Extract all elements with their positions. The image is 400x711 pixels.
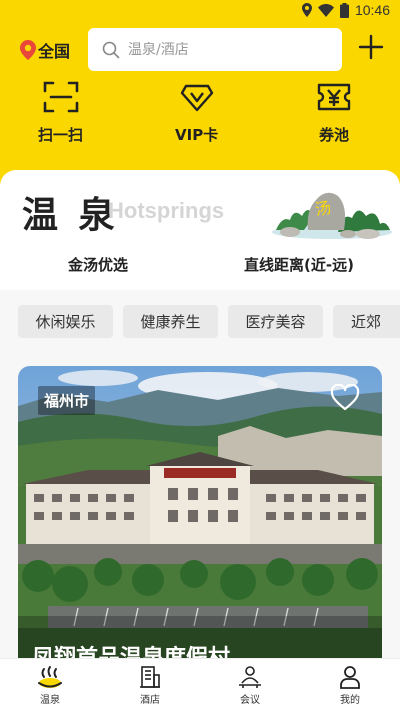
- status-time: 10:46: [354, 2, 390, 18]
- hotel-icon: [140, 666, 160, 688]
- chip-leisure[interactable]: 休闲娱乐: [18, 305, 113, 338]
- section-header: 温 泉 Hotsprings 汤 金汤优选 直线距离(近-远): [0, 170, 400, 290]
- status-bar: 10:46: [0, 0, 400, 24]
- meeting-icon: [239, 666, 261, 688]
- location-label: 全国: [38, 42, 71, 61]
- search-input[interactable]: [128, 41, 318, 58]
- location-selector[interactable]: 全国: [20, 38, 70, 62]
- hotspring-stone-illustration: 汤: [272, 192, 392, 239]
- hotspring-icon: [38, 666, 62, 688]
- tab-label: 温泉: [40, 695, 60, 706]
- tab-hotspring[interactable]: 温泉: [0, 659, 100, 711]
- tab-label: 我的: [340, 695, 360, 706]
- tab-label: 会议: [240, 695, 260, 706]
- listing-card[interactable]: 福州市 凤翔首品温泉度假村: [18, 366, 382, 658]
- tab-label: 酒店: [140, 695, 160, 706]
- search-icon: [102, 41, 120, 58]
- tab-hotel[interactable]: 酒店: [100, 659, 200, 711]
- wifi-icon: [317, 3, 334, 17]
- favorite-heart-icon[interactable]: [330, 384, 360, 411]
- listing-title: 凤翔首品温泉度假村: [32, 640, 230, 658]
- quick-action-label: 券池: [318, 126, 349, 144]
- battery-icon: [339, 2, 349, 18]
- profile-icon: [340, 666, 360, 689]
- category-chips: 休闲娱乐 健康养生 医疗美容 近郊: [0, 305, 400, 339]
- quick-action-label: VIP卡: [175, 126, 219, 144]
- tab-profile[interactable]: 我的: [300, 659, 400, 711]
- yen-ticket-icon: [317, 83, 351, 111]
- location-pin-icon: [20, 40, 36, 60]
- quick-action-vip[interactable]: VIP卡: [175, 80, 218, 145]
- quick-action-scan[interactable]: 扫一扫: [38, 80, 83, 145]
- city-tag: 福州市: [38, 386, 96, 415]
- vip-diamond-icon: [180, 84, 213, 112]
- tab-meeting[interactable]: 会议: [200, 659, 300, 711]
- header: 全国 扫一扫 VIP卡: [0, 24, 400, 188]
- location-status-icon: [301, 3, 312, 17]
- section-subtitle: Hotsprings: [108, 198, 225, 223]
- section-title: 温 泉: [22, 195, 119, 236]
- search-bar[interactable]: [88, 28, 342, 71]
- sort-option-distance[interactable]: 直线距离(近-远): [244, 254, 354, 275]
- sort-option-golden-pick[interactable]: 金汤优选: [68, 254, 128, 275]
- chip-suburbs[interactable]: 近郊: [333, 305, 400, 338]
- scan-icon: [43, 81, 78, 113]
- quick-action-label: 扫一扫: [38, 126, 84, 144]
- stone-engraving: 汤: [314, 198, 333, 219]
- add-icon[interactable]: [358, 34, 384, 60]
- bottom-tab-bar: 温泉 酒店 会议 我的: [0, 658, 400, 711]
- chip-medical-beauty[interactable]: 医疗美容: [228, 305, 323, 338]
- quick-action-coupons[interactable]: 券池: [316, 80, 352, 145]
- chip-wellness[interactable]: 健康养生: [123, 305, 218, 338]
